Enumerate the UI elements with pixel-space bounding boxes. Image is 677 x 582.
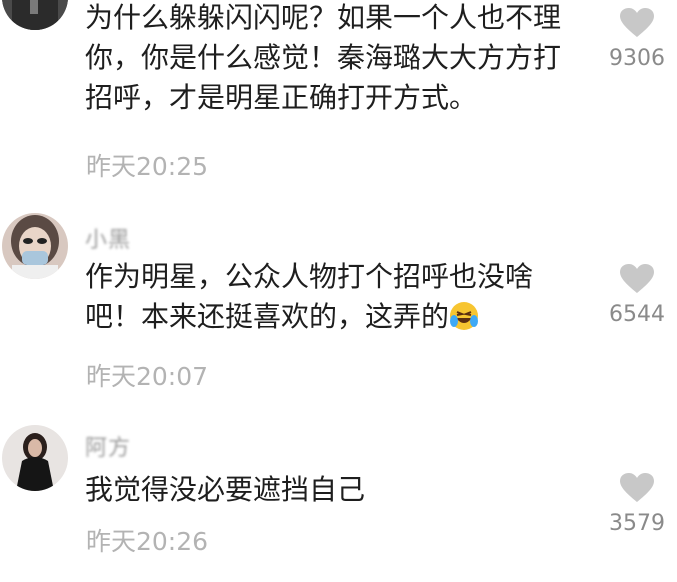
like-count: 3579 [609,511,665,536]
comment-text: 我觉得没必要遮挡自己 [85,473,366,506]
avatar[interactable] [2,213,68,279]
like-button[interactable]: 9306 [598,8,676,71]
comment-time: 昨天20:26 [86,527,209,556]
like-count: 6544 [609,302,665,327]
heart-icon [620,473,654,502]
heart-icon [620,264,654,293]
avatar[interactable] [2,425,68,491]
like-button[interactable]: 3579 [598,473,676,536]
avatar-image [2,213,68,279]
comment-text: 作为明星，公众人物打个招呼也没啥吧！本来还挺喜欢的，这弄的 [85,257,580,337]
avatar[interactable] [2,0,68,30]
avatar-image [2,425,68,491]
avatar-image [2,0,68,30]
username[interactable]: 阿方 [85,430,131,462]
rofl-emoji-icon [450,302,479,330]
comment-text: 为什么躲躲闪闪呢？如果一个人也不理你，你是什么感觉！秦海璐大大方方打招呼，才是明… [85,1,562,114]
comment-time: 昨天20:25 [86,152,209,181]
username[interactable]: 小黑 [85,222,131,254]
like-count: 9306 [609,46,665,71]
comment-time: 昨天20:07 [86,362,209,391]
like-button[interactable]: 6544 [598,264,676,327]
heart-icon [620,8,654,37]
